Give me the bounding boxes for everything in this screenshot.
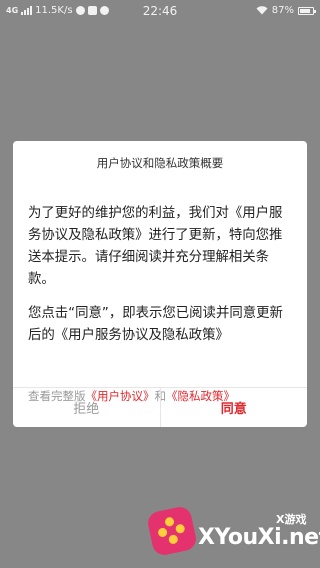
status-right: 87% — [256, 5, 316, 16]
agreement-dialog: 用户协议和隐私政策概要 为了更好的维护您的利益，我们对《用户服务协议及隐私政策》… — [13, 141, 307, 427]
dialog-title: 用户协议和隐私政策概要 — [96, 156, 224, 170]
wifi-icon — [256, 6, 268, 15]
battery-icon — [298, 6, 316, 15]
watermark-domain: XYouXi.net — [198, 525, 320, 550]
dialog-paragraph-update: 为了更好的维护您的利益，我们对《用户服务协议及隐私政策》进行了更新，特向您推送本… — [28, 206, 283, 287]
dialog-body: 为了更好的维护您的利益，我们对《用户服务协议及隐私政策》进行了更新，特向您推送本… — [28, 203, 295, 359]
agree-button[interactable]: 同意 — [161, 388, 308, 427]
decline-button[interactable]: 拒绝 — [13, 388, 161, 427]
dialog-paragraph-consent: 您点击“同意”，即表示您已阅读并同意更新后的《用户服务协议及隐私政策》 — [28, 306, 283, 343]
battery-level — [300, 8, 311, 13]
gamepad-logo-icon — [145, 504, 199, 558]
dialog-footer: 拒绝 同意 — [13, 387, 307, 427]
battery-percent: 87% — [271, 5, 294, 16]
watermark: X游戏 XYouXi.net — [145, 503, 320, 563]
status-bar: 4G 11.5K/s 22:46 87% — [0, 0, 320, 22]
